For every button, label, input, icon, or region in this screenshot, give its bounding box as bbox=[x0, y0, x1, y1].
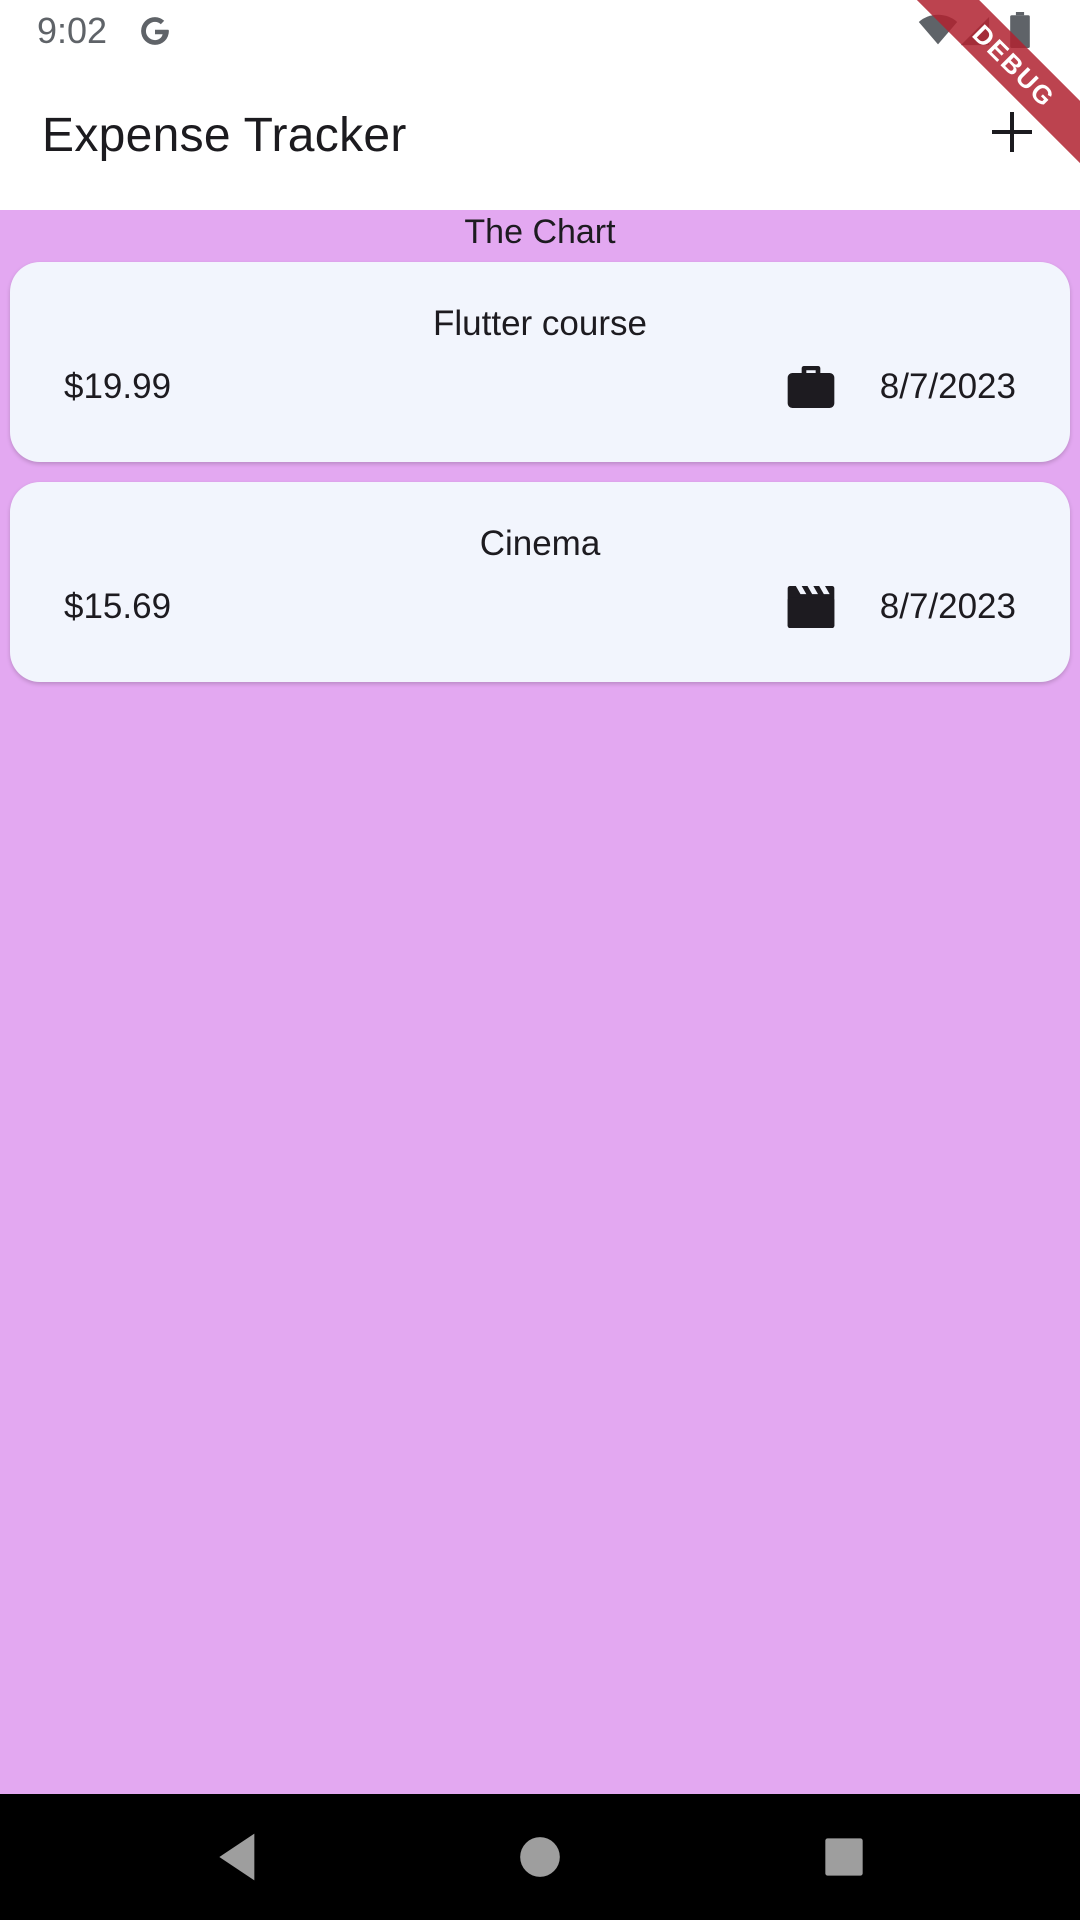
expense-title: Cinema bbox=[479, 524, 601, 563]
back-icon[interactable] bbox=[210, 1829, 266, 1885]
recents-icon[interactable] bbox=[816, 1829, 872, 1885]
battery-icon bbox=[1010, 12, 1030, 48]
movie-clapperboard-icon bbox=[787, 586, 835, 628]
app-bar: Expense Tracker bbox=[0, 64, 1080, 210]
google-icon bbox=[141, 17, 169, 45]
signal-icon bbox=[960, 16, 990, 46]
add-expense-button[interactable] bbox=[982, 102, 1042, 162]
expense-amount: $19.99 bbox=[64, 367, 172, 406]
briefcase-icon bbox=[787, 366, 835, 408]
system-nav-bar bbox=[0, 1794, 1080, 1920]
expense-card-flutter-course[interactable]: Flutter course $19.99 8/7/2023 bbox=[10, 262, 1070, 462]
home-icon[interactable] bbox=[512, 1829, 568, 1885]
plus-icon bbox=[992, 112, 1032, 152]
expense-title: Flutter course bbox=[433, 304, 647, 343]
chart-placeholder: The Chart bbox=[464, 213, 616, 251]
main-content: The Chart Flutter course $19.99 8/7/2023… bbox=[0, 210, 1080, 1794]
status-time: 9:02 bbox=[37, 10, 108, 51]
expense-date: 8/7/2023 bbox=[879, 587, 1016, 626]
expense-date: 8/7/2023 bbox=[879, 367, 1016, 406]
expense-card-cinema[interactable]: Cinema $15.69 8/7/2023 bbox=[10, 482, 1070, 682]
page-title: Expense Tracker bbox=[42, 109, 407, 162]
expense-amount: $15.69 bbox=[64, 587, 172, 626]
wifi-icon bbox=[918, 14, 958, 45]
status-bar: 9:02 bbox=[0, 0, 1080, 64]
